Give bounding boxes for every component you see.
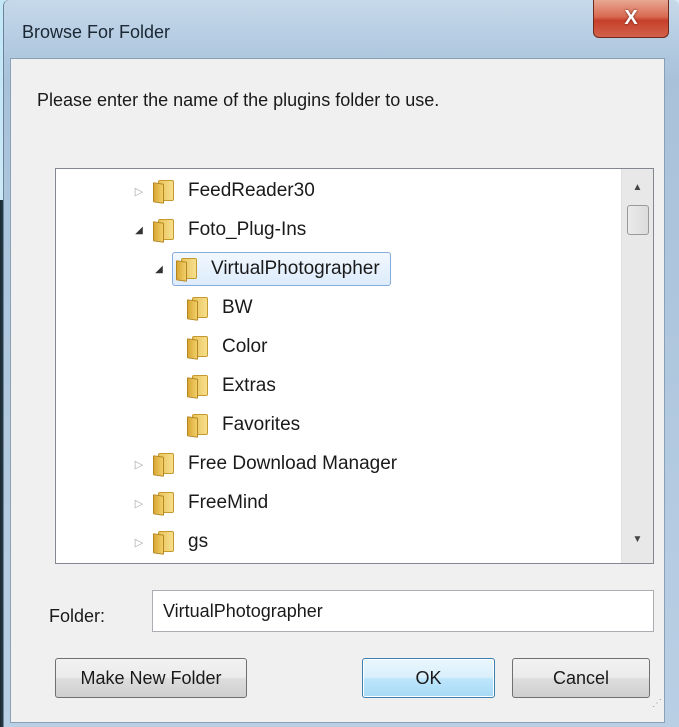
folder-icon bbox=[186, 296, 210, 321]
tree-item-virtualphotographer[interactable]: ◢ VirtualPhotographer bbox=[150, 251, 391, 287]
tree-item-freemind[interactable]: ▷ FreeMind bbox=[130, 485, 272, 521]
tree-item-favorites[interactable]: Favorites bbox=[186, 407, 304, 443]
tree-item-label: Foto_Plug-Ins bbox=[188, 219, 307, 240]
folder-icon bbox=[152, 452, 176, 477]
scroll-up-arrow-icon[interactable]: ▲ bbox=[622, 173, 653, 201]
collapse-arrow-icon[interactable]: ◢ bbox=[150, 260, 168, 278]
expand-arrow-icon[interactable]: ▷ bbox=[130, 533, 148, 551]
cancel-button[interactable]: Cancel bbox=[512, 658, 650, 698]
tree-item-label: BW bbox=[222, 297, 253, 318]
scrollbar-thumb[interactable] bbox=[627, 205, 649, 235]
expand-arrow-icon[interactable]: ▷ bbox=[130, 494, 148, 512]
tree-item-feedreader30[interactable]: ▷ FeedReader30 bbox=[130, 173, 319, 209]
tree-item-color[interactable]: Color bbox=[186, 329, 271, 365]
window-title: Browse For Folder bbox=[22, 22, 171, 42]
folder-tree[interactable]: ▷ FeedReader30 ◢ Foto_Plug-Ins ◢ Virtual… bbox=[55, 168, 654, 564]
collapse-arrow-icon[interactable]: ◢ bbox=[130, 221, 148, 239]
folder-icon bbox=[175, 257, 199, 282]
folder-icon bbox=[152, 218, 176, 243]
selection-highlight: VirtualPhotographer bbox=[172, 252, 391, 286]
tree-item-label: gs bbox=[188, 531, 209, 552]
title-bar[interactable]: Browse For Folder X bbox=[4, 0, 679, 58]
close-icon: X bbox=[624, 7, 638, 29]
dialog-prompt: Please enter the name of the plugins fol… bbox=[37, 90, 440, 110]
close-button[interactable]: X bbox=[593, 0, 669, 38]
tree-item-label: Favorites bbox=[222, 414, 301, 435]
tree-item-label: Color bbox=[222, 336, 268, 357]
folder-icon bbox=[186, 413, 210, 438]
folder-icon bbox=[186, 335, 210, 360]
tree-item-label: FeedReader30 bbox=[188, 180, 315, 201]
ok-button[interactable]: OK bbox=[362, 658, 495, 698]
tree-item-label: VirtualPhotographer bbox=[211, 258, 380, 279]
tree-item-free-download-manager[interactable]: ▷ Free Download Manager bbox=[130, 446, 401, 482]
expand-arrow-icon[interactable]: ▷ bbox=[130, 455, 148, 473]
tree-item-label: Free Download Manager bbox=[188, 453, 398, 474]
folder-name-input[interactable] bbox=[152, 590, 654, 632]
tree-item-label: FreeMind bbox=[188, 492, 269, 513]
tree-vertical-scrollbar[interactable]: ▲ ▼ bbox=[621, 169, 653, 563]
folder-icon bbox=[152, 491, 176, 516]
expand-arrow-icon[interactable]: ▷ bbox=[130, 182, 148, 200]
folder-icon bbox=[186, 374, 210, 399]
tree-item-bw[interactable]: BW bbox=[186, 290, 257, 326]
tree-item-foto-plug-ins[interactable]: ◢ Foto_Plug-Ins bbox=[130, 212, 310, 248]
tree-item-label: Extras bbox=[222, 375, 276, 396]
make-new-folder-button[interactable]: Make New Folder bbox=[55, 658, 247, 698]
folder-icon bbox=[152, 530, 176, 555]
tree-item-gs[interactable]: ▷ gs bbox=[130, 524, 212, 560]
folder-icon bbox=[152, 179, 176, 204]
folder-tree-rows: ▷ FeedReader30 ◢ Foto_Plug-Ins ◢ Virtual… bbox=[56, 169, 621, 563]
resize-grip-icon[interactable]: ⋰ bbox=[652, 699, 666, 714]
scroll-down-arrow-icon[interactable]: ▼ bbox=[622, 525, 653, 553]
folder-field-label: Folder: bbox=[49, 606, 106, 626]
tree-item-extras[interactable]: Extras bbox=[186, 368, 280, 404]
